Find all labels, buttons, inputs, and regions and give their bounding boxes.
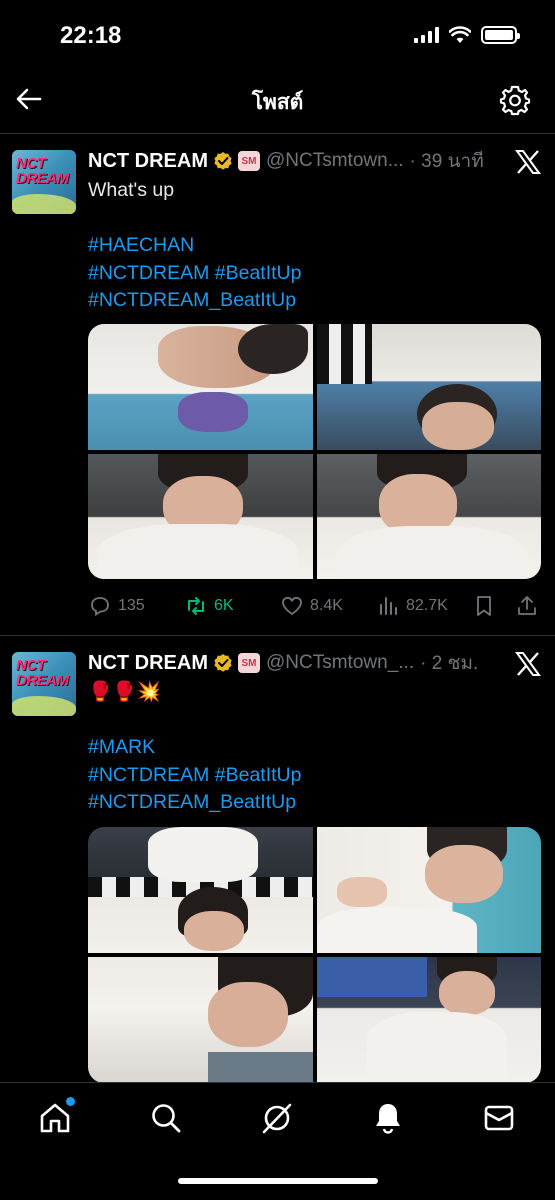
photo[interactable] — [88, 827, 313, 953]
avatar[interactable]: NCT DREAM — [12, 150, 76, 214]
avatar-logo-text: NCT DREAM — [16, 657, 69, 689]
share-button[interactable] — [515, 594, 539, 618]
post-text: What's up #HAECHAN #NCTDREAM #BeatItUp #… — [88, 177, 528, 315]
post[interactable]: NCT DREAM NCT DREAM SM @NCTsmtown_... · … — [0, 637, 555, 1097]
tab-notifications[interactable] — [371, 1101, 405, 1135]
post-text-line — [88, 205, 528, 233]
battery-icon — [481, 26, 520, 44]
hashtag-link[interactable]: #NCTDREAM #BeatItUp — [88, 260, 528, 288]
reply-button[interactable]: 135 — [88, 594, 145, 618]
photo[interactable] — [88, 957, 313, 1083]
affiliate-badge: SM — [238, 653, 260, 673]
bell-icon — [376, 1104, 400, 1134]
heart-icon — [282, 596, 302, 616]
tab-home[interactable] — [38, 1097, 75, 1135]
post[interactable]: NCT DREAM NCT DREAM SM @NCTsmtown... · 3… — [0, 135, 555, 636]
hashtag-link[interactable]: #NCTDREAM_BeatItUp — [88, 789, 528, 817]
status-time: 22:18 — [60, 22, 122, 49]
verified-badge-icon — [214, 654, 232, 672]
wifi-icon — [449, 26, 471, 43]
post-actions: 135 6K 8.4K 82.7K — [88, 591, 543, 621]
post-text-line: 🥊🥊💥 — [88, 681, 161, 703]
post-text-line: What's up — [88, 179, 175, 201]
views-button[interactable]: 82.7K — [376, 594, 448, 618]
notification-dot — [66, 1097, 75, 1106]
author-handle: @NCTsmtown... — [266, 150, 404, 171]
photo[interactable] — [316, 453, 541, 579]
photo[interactable] — [316, 957, 541, 1083]
post-time: · 2 ชม. — [420, 653, 479, 674]
bookmark-button[interactable] — [472, 594, 496, 618]
mail-icon — [484, 1105, 514, 1131]
author-name[interactable]: NCT DREAM — [88, 150, 208, 173]
media-grid — [88, 324, 541, 579]
author-name[interactable]: NCT DREAM — [88, 652, 208, 675]
repost-count: 6K — [214, 597, 234, 614]
media-grid — [88, 827, 541, 1083]
hashtag-link[interactable]: #NCTDREAM_BeatItUp — [88, 287, 528, 315]
grok-icon — [262, 1103, 292, 1134]
status-icons — [414, 26, 520, 44]
avatar-logo-text: NCT DREAM — [16, 155, 69, 187]
like-count: 8.4K — [310, 597, 343, 614]
repost-icon — [188, 597, 204, 615]
views-icon — [380, 597, 397, 615]
post-header: NCT DREAM SM @NCTsmtown... · 39 นาที — [88, 147, 539, 175]
home-indicator — [178, 1178, 378, 1184]
reply-count: 135 — [118, 597, 145, 614]
x-logo-icon — [515, 150, 541, 174]
post-text: 🥊🥊💥 #MARK #NCTDREAM #BeatItUp #NCTDREAM_… — [88, 679, 528, 817]
photo[interactable] — [316, 324, 541, 450]
tab-search[interactable] — [149, 1101, 183, 1135]
gear-icon[interactable] — [499, 84, 531, 116]
avatar[interactable]: NCT DREAM — [12, 652, 76, 716]
post-text-line — [88, 707, 528, 735]
photo[interactable] — [316, 827, 541, 953]
page-title: โพสต์ — [251, 91, 304, 114]
repost-button[interactable]: 6K — [184, 594, 234, 618]
post-time: · 39 นาที — [409, 151, 484, 172]
hashtag-link[interactable]: #HAECHAN — [88, 232, 528, 260]
status-bar: 22:18 — [0, 0, 555, 72]
x-logo-icon — [515, 652, 541, 676]
verified-badge-icon — [214, 152, 232, 170]
share-icon — [518, 596, 536, 615]
reply-icon — [91, 597, 109, 617]
cellular-signal-icon — [414, 27, 439, 43]
home-icon — [40, 1103, 70, 1133]
tab-messages[interactable] — [482, 1101, 516, 1135]
nav-header: โพสต์ — [0, 72, 555, 134]
affiliate-badge: SM — [238, 151, 260, 171]
tab-grok[interactable] — [260, 1101, 294, 1135]
photo[interactable] — [88, 453, 313, 579]
hashtag-link[interactable]: #NCTDREAM #BeatItUp — [88, 762, 528, 790]
photo[interactable] — [88, 324, 313, 450]
bookmark-icon — [477, 596, 491, 616]
hashtag-link[interactable]: #MARK — [88, 734, 528, 762]
like-button[interactable]: 8.4K — [280, 594, 343, 618]
author-handle: @NCTsmtown_... — [266, 652, 415, 673]
views-count: 82.7K — [406, 597, 448, 614]
search-icon — [152, 1104, 181, 1133]
post-header: NCT DREAM SM @NCTsmtown_... · 2 ชม. — [88, 649, 539, 677]
